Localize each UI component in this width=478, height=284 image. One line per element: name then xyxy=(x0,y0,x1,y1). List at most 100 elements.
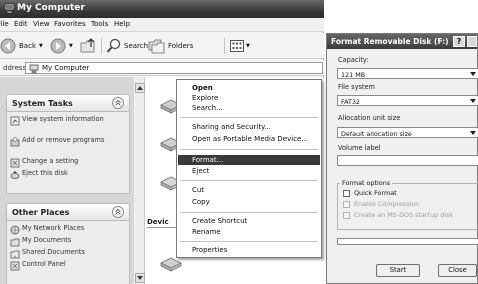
control-panel-icon xyxy=(10,158,20,168)
task-label: Add or remove programs xyxy=(22,136,105,144)
volume-label-input[interactable] xyxy=(337,155,478,166)
file-system-select[interactable]: FAT32 xyxy=(337,95,478,106)
menu-item-properties[interactable]: Properties xyxy=(178,245,320,255)
shared-folder-icon xyxy=(10,250,20,259)
task-change-setting[interactable]: Change a setting xyxy=(10,157,128,168)
msdos-startup-disk-checkbox[interactable] xyxy=(343,212,350,219)
back-arrow-icon xyxy=(0,38,16,54)
place-shared-documents[interactable]: Shared Documents xyxy=(10,248,128,259)
menu-item-open[interactable]: Open xyxy=(178,83,320,93)
menu-favorites[interactable]: Favorites xyxy=(54,20,86,28)
menu-item-rename[interactable]: Rename xyxy=(178,227,320,237)
place-label: My Documents xyxy=(22,236,72,244)
folders-button[interactable]: Folders xyxy=(148,36,193,56)
task-add-remove-programs[interactable]: Add or remove programs xyxy=(10,136,128,147)
folders-icon xyxy=(148,39,165,54)
vertical-scrollbar[interactable] xyxy=(135,77,145,284)
menu-separator xyxy=(180,149,318,150)
place-label: Shared Documents xyxy=(22,248,85,256)
scroll-up-icon[interactable] xyxy=(135,83,145,93)
menu-tools[interactable]: Tools xyxy=(91,20,108,28)
menu-help[interactable]: Help xyxy=(114,20,130,28)
capacity-select[interactable]: 121 MB xyxy=(337,68,478,79)
menu-item-sharing-security[interactable]: Sharing and Security... xyxy=(178,122,320,132)
menu-separator xyxy=(180,212,318,213)
allocation-unit-select[interactable]: Default allocation size xyxy=(337,127,478,138)
menu-item-explore[interactable]: Explore xyxy=(178,93,320,103)
menu-item-open-portable-device[interactable]: Open as Portable Media Device... xyxy=(178,134,320,144)
place-network[interactable]: My Network Places xyxy=(10,224,128,235)
forward-button[interactable]: ▼ xyxy=(50,36,73,56)
toolbar: Back ▼ ▼ Search Folders ▼ xyxy=(0,33,324,59)
menu-separator xyxy=(180,180,318,181)
task-label: Change a setting xyxy=(22,157,79,165)
menu-edit[interactable]: Edit xyxy=(14,20,28,28)
menu-separator xyxy=(180,117,318,118)
other-places-header[interactable]: Other Places xyxy=(6,203,130,221)
task-eject-disk[interactable]: Eject this disk xyxy=(10,169,128,179)
close-window-button[interactable] xyxy=(467,36,477,47)
system-tasks-body: View system information Add or remove pr… xyxy=(6,112,130,194)
file-system-value: FAT32 xyxy=(341,97,360,106)
search-button[interactable]: Search xyxy=(106,36,148,56)
my-computer-icon xyxy=(4,3,15,14)
menu-item-cut[interactable]: Cut xyxy=(178,185,320,195)
system-tasks-title: System Tasks xyxy=(12,99,73,108)
dropdown-arrow-icon xyxy=(470,99,476,103)
place-label: Control Panel xyxy=(22,260,66,268)
capacity-value: 121 MB xyxy=(341,70,366,79)
menu-separator xyxy=(180,241,318,242)
back-label: Back xyxy=(19,42,36,50)
eject-icon xyxy=(10,171,20,179)
up-button[interactable] xyxy=(80,36,98,56)
menu-item-eject[interactable]: Eject xyxy=(178,166,320,176)
place-label: My Network Places xyxy=(22,224,85,232)
documents-folder-icon xyxy=(10,238,20,247)
menu-item-search[interactable]: Search... xyxy=(178,103,320,113)
volume-label-label: Volume label xyxy=(338,144,381,152)
system-tasks-header[interactable]: System Tasks xyxy=(6,94,130,112)
back-button[interactable]: Back ▼ xyxy=(0,36,43,56)
menu-file[interactable]: File xyxy=(0,20,9,28)
up-folder-icon xyxy=(80,38,95,53)
collapse-chevron-icon[interactable] xyxy=(112,97,124,109)
quick-format-checkbox[interactable] xyxy=(343,190,350,197)
file-system-label: File system xyxy=(338,83,375,91)
views-dropdown-icon[interactable]: ▼ xyxy=(246,43,250,49)
address-input[interactable]: My Computer xyxy=(25,62,323,74)
task-label: Eject this disk xyxy=(22,169,68,177)
other-places-title: Other Places xyxy=(12,208,70,217)
dropdown-arrow-icon xyxy=(470,72,476,76)
back-dropdown-icon[interactable]: ▼ xyxy=(39,43,43,49)
enable-compression-label: Enable Compression xyxy=(354,200,420,208)
forward-arrow-icon xyxy=(50,38,66,54)
network-icon xyxy=(10,225,20,235)
address-bar: ddress My Computer xyxy=(0,60,324,76)
start-button[interactable]: Start xyxy=(376,264,420,277)
explorer-title-bar[interactable]: My Computer xyxy=(0,0,324,18)
forward-dropdown-icon[interactable]: ▼ xyxy=(69,43,73,49)
scroll-down-icon[interactable] xyxy=(135,273,145,283)
views-icon xyxy=(230,40,244,52)
menu-bar: File Edit View Favorites Tools Help xyxy=(0,18,324,32)
menu-item-create-shortcut[interactable]: Create Shortcut xyxy=(178,216,320,226)
folders-label: Folders xyxy=(168,42,194,50)
add-remove-icon xyxy=(10,137,20,147)
control-panel-icon xyxy=(10,261,20,271)
place-my-documents[interactable]: My Documents xyxy=(10,236,128,247)
menu-item-format[interactable]: Format... xyxy=(178,155,320,165)
quick-format-label[interactable]: Quick Format xyxy=(354,189,397,197)
enable-compression-checkbox[interactable] xyxy=(343,201,350,208)
place-control-panel[interactable]: Control Panel xyxy=(10,260,128,271)
dialog-title-bar[interactable]: Format Removable Disk (F:) ? xyxy=(327,34,477,49)
task-view-system-info[interactable]: View system information xyxy=(10,115,128,126)
close-button[interactable]: Close xyxy=(438,264,477,277)
collapse-chevron-icon[interactable] xyxy=(112,206,124,218)
menu-view[interactable]: View xyxy=(33,20,50,28)
search-label: Search xyxy=(124,42,149,50)
help-button[interactable]: ? xyxy=(453,36,465,47)
devices-section-label: Devic xyxy=(147,218,169,226)
other-places-body: My Network Places My Documents Shared Do… xyxy=(6,221,130,284)
menu-item-copy[interactable]: Copy xyxy=(178,197,320,207)
views-button[interactable]: ▼ xyxy=(229,36,250,56)
